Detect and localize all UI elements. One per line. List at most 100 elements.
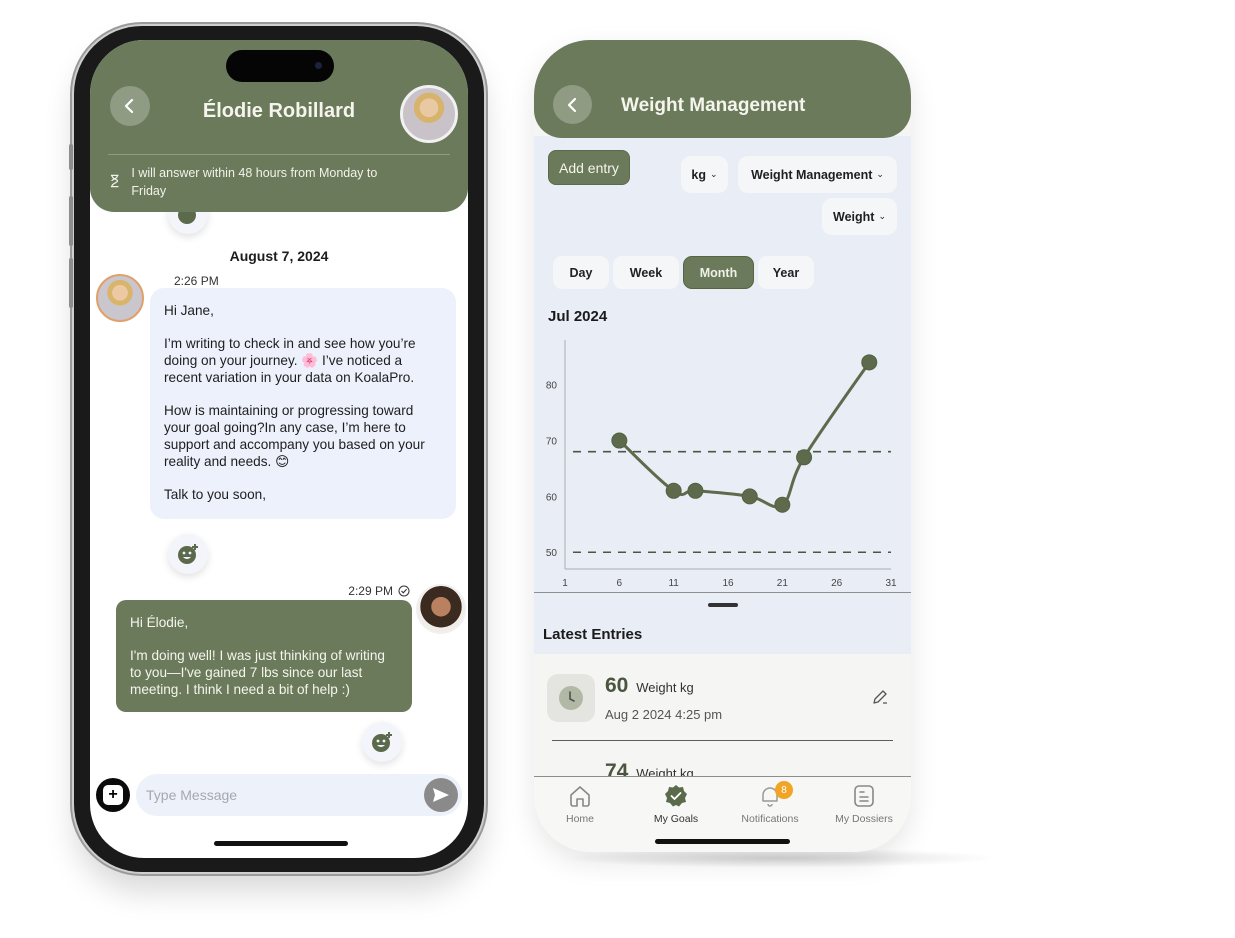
home-indicator [655, 839, 790, 844]
header-divider [108, 154, 450, 155]
bottom-tab-bar: Home My Goals 8 Notifications My Dossier… [534, 776, 911, 852]
coach-avatar-small [96, 274, 144, 322]
emoji-add-icon [178, 544, 198, 564]
x-tick-label: 31 [885, 578, 897, 589]
series-line [617, 360, 871, 509]
entry-value-number: 60 [605, 674, 629, 697]
message-time-outgoing: 2:29 PM [348, 584, 410, 598]
entry-date: Aug 2 2024 4:25 pm [605, 707, 723, 722]
y-tick-label: 60 [546, 492, 558, 503]
message-paragraph: I’m writing to check in and see how you’… [164, 336, 416, 385]
page-title: Weight Management [621, 95, 806, 116]
volume-up-button [69, 196, 73, 246]
message-paragraph: How is maintaining or progressing toward… [164, 403, 425, 469]
chat-phone: Élodie Robillard I will answer within 48… [69, 26, 484, 872]
hourglass-icon [110, 174, 119, 188]
availability-text: I will answer within 48 hours from Monda… [131, 166, 378, 198]
sheet-drag-handle[interactable] [708, 603, 738, 607]
volume-down-button [69, 258, 73, 308]
message-input[interactable] [136, 774, 462, 816]
goal-select-value: Weight Management [751, 167, 873, 182]
tab-my-dossiers[interactable]: My Dossiers [819, 783, 909, 825]
tab-label: My Goals [653, 813, 699, 825]
weight-line-chart: 50607080 1 6 11 16 21 26 31 [546, 340, 897, 589]
x-tick-label: 11 [668, 578, 679, 589]
data-point [861, 354, 878, 371]
coach-avatar[interactable] [400, 85, 458, 143]
x-tick-label: 16 [722, 578, 734, 589]
outgoing-message-bubble: Hi Élodie, I'm doing well! I was just th… [116, 600, 412, 712]
message-time: 2:29 PM [348, 584, 393, 598]
tab-notifications[interactable]: 8 Notifications [725, 781, 815, 825]
chevron-down-icon: ⌄ [878, 211, 886, 221]
attach-button[interactable]: + [96, 778, 130, 812]
data-point [687, 482, 704, 499]
read-check-icon [398, 585, 410, 597]
notification-badge: 8 [775, 781, 793, 799]
entry-row[interactable]: 60 Weight kg Aug 2 2024 4:25 pm [534, 654, 911, 741]
entry-value: 60 Weight kg [605, 674, 694, 698]
plus-icon: + [103, 785, 123, 805]
add-reaction-button[interactable] [362, 722, 402, 762]
home-indicator [214, 841, 348, 846]
goals-badge-icon [665, 785, 687, 807]
chevron-left-icon [567, 97, 576, 112]
y-tick-label: 50 [546, 548, 558, 559]
data-point [611, 432, 628, 449]
availability-note: I will answer within 48 hours from Monda… [110, 164, 398, 200]
message-paragraph: I'm doing well! I was just thinking of w… [130, 648, 385, 697]
chat-screen: Élodie Robillard I will answer within 48… [90, 40, 468, 858]
emoji-add-icon [372, 732, 392, 752]
clock-icon [559, 686, 583, 710]
sheet-divider [534, 592, 911, 593]
weight-header: Weight Management [534, 40, 911, 138]
entry-divider [552, 740, 893, 741]
entries-list: 60 Weight kg Aug 2 2024 4:25 pm 74 Weigh… [534, 654, 911, 778]
tab-my-goals[interactable]: My Goals [631, 783, 721, 825]
entry-icon-box [547, 674, 595, 722]
mute-switch [69, 144, 73, 170]
message-time: 2:26 PM [174, 274, 219, 288]
chat-header: Élodie Robillard I will answer within 48… [90, 40, 468, 212]
send-button[interactable] [424, 778, 458, 812]
add-entry-button[interactable]: Add entry [548, 150, 630, 185]
chart-title: Jul 2024 [548, 308, 608, 325]
weight-phone: Weight Management Add entry kg ⌄ Weight … [534, 40, 911, 852]
tab-day[interactable]: Day [553, 256, 609, 289]
incoming-message-bubble: Hi Jane, I’m writing to check in and see… [150, 288, 456, 519]
tab-week[interactable]: Week [613, 256, 679, 289]
dynamic-island [226, 50, 334, 82]
camera-icon [315, 62, 322, 69]
tab-year[interactable]: Year [758, 256, 814, 289]
back-button[interactable] [553, 85, 592, 124]
entry-unit: Weight kg [636, 680, 694, 695]
add-reaction-button[interactable] [168, 534, 208, 574]
home-icon [570, 786, 590, 807]
data-point [741, 488, 758, 505]
data-point [774, 496, 791, 513]
tab-home[interactable]: Home [535, 783, 625, 825]
tab-label: Home [565, 813, 594, 825]
metric-select-value: Weight [833, 209, 875, 224]
message-paragraph: Hi Élodie, [130, 615, 189, 630]
message-composer: + [90, 774, 468, 818]
x-tick-label: 1 [562, 578, 568, 589]
period-tabs: Day Week Month Year [553, 256, 814, 289]
metric-select[interactable]: Weight ⌄ [822, 198, 897, 235]
message-paragraph: Hi Jane, [164, 303, 214, 318]
y-tick-label: 70 [546, 437, 558, 448]
unit-select[interactable]: kg ⌄ [681, 156, 728, 193]
chevron-down-icon: ⌄ [710, 169, 718, 179]
entry-row[interactable]: 74 Weight kg [534, 758, 911, 778]
chevron-down-icon: ⌄ [876, 169, 884, 179]
y-tick-label: 80 [546, 381, 558, 392]
tab-label: Notifications [741, 813, 799, 825]
goal-select[interactable]: Weight Management ⌄ [738, 156, 897, 193]
latest-entries-title: Latest Entries [543, 626, 643, 643]
user-avatar [416, 584, 466, 634]
tab-label: My Dossiers [835, 813, 893, 825]
edit-pencil-icon[interactable] [871, 688, 889, 706]
data-point [796, 449, 813, 466]
date-separator: August 7, 2024 [229, 248, 329, 264]
tab-month[interactable]: Month [683, 256, 754, 289]
